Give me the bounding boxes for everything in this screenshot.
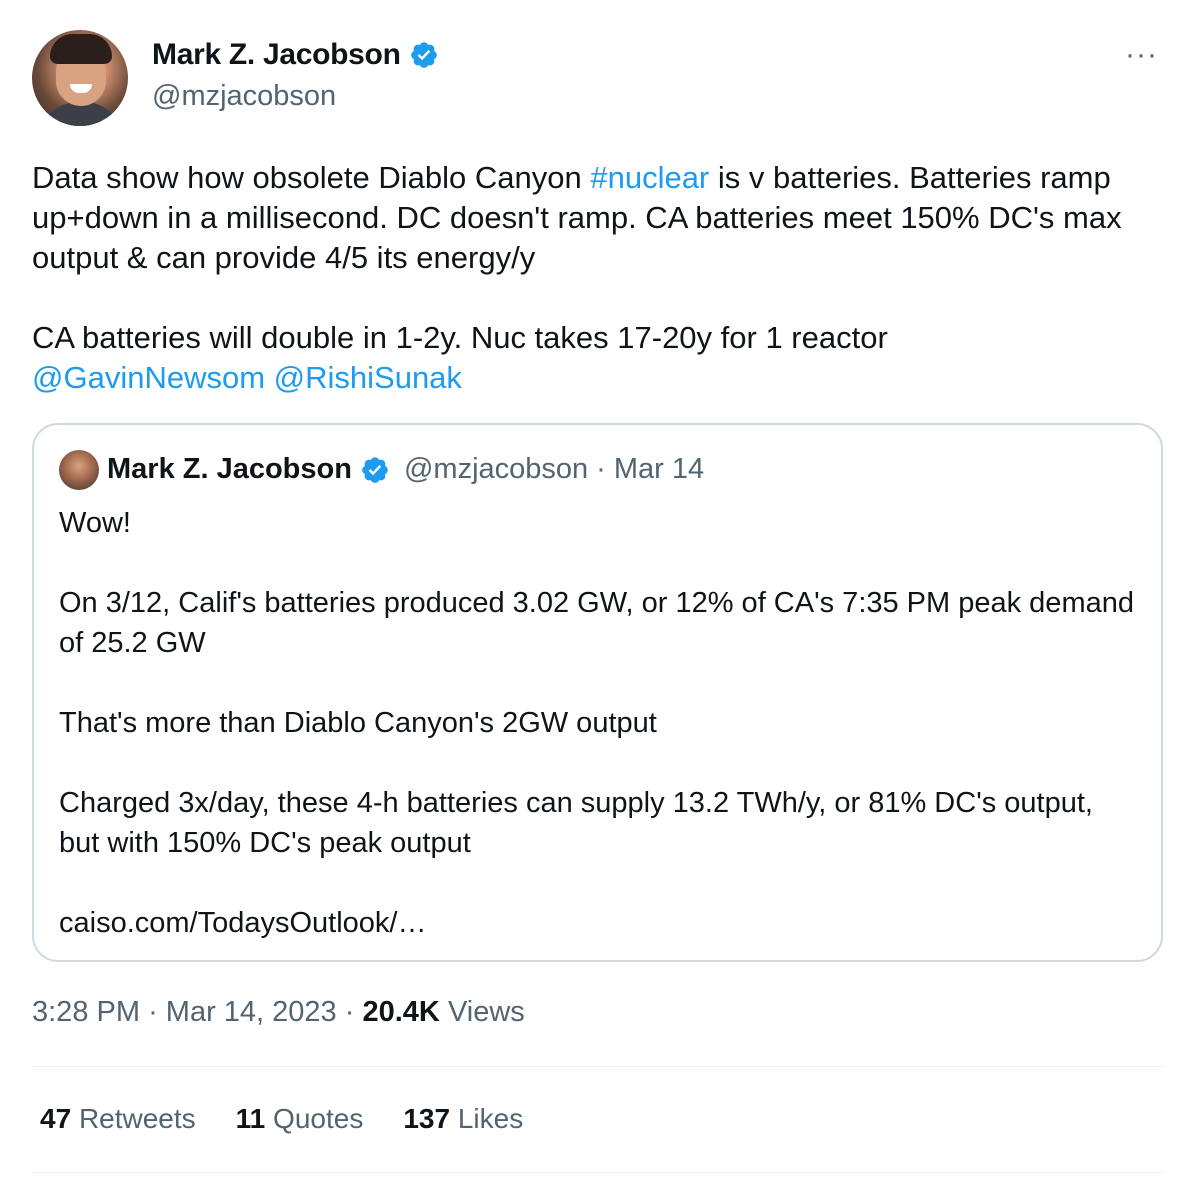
- quoted-date: Mar 14: [613, 453, 705, 485]
- quoted-separator: ·: [596, 453, 606, 485]
- quoted-tweet-text: Wow! On 3/12, Calif's batteries produced…: [59, 507, 1134, 939]
- tweet-text-part1: Data show how obsolete Diablo Canyon: [32, 160, 591, 195]
- meta-separator: ·: [344, 996, 355, 1028]
- engagement-stats: 47 Retweets 11 Quotes 137 Likes: [40, 1103, 523, 1135]
- views-label: Views: [447, 996, 525, 1028]
- verified-badge-icon: [362, 456, 388, 483]
- views-count: 20.4K: [362, 996, 440, 1028]
- likes-stat[interactable]: 137 Likes: [403, 1103, 523, 1135]
- quoted-tweet-header: Mark Z. Jacobson @mzjacobson · Mar 14: [107, 453, 704, 486]
- verified-badge-icon: [410, 42, 437, 68]
- likes-count: 137: [403, 1103, 451, 1134]
- likes-label: Likes: [457, 1103, 524, 1134]
- quoted-tweet-card[interactable]: Mark Z. Jacobson @mzjacobson · Mar 14 Wo…: [32, 423, 1163, 962]
- tweet-page: Mark Z. Jacobson @mzjacobson ··· Data sh…: [0, 0, 1192, 1178]
- quotes-count: 11: [235, 1103, 266, 1134]
- divider: [32, 1066, 1163, 1067]
- tweet-text: Data show how obsolete Diablo Canyon #nu…: [32, 158, 1172, 398]
- author-avatar[interactable]: [32, 30, 128, 126]
- quotes-stat[interactable]: 11 Quotes: [236, 1103, 364, 1135]
- quoted-author-avatar: [59, 450, 99, 490]
- retweets-count: 47: [40, 1103, 72, 1134]
- tweet-time[interactable]: 3:28 PM: [32, 996, 140, 1028]
- tweet-meta-line: 3:28 PM · Mar 14, 2023 · 20.4K Views: [32, 996, 525, 1029]
- author-display-name[interactable]: Mark Z. Jacobson: [152, 38, 401, 72]
- mention-link-rishisunak[interactable]: @RishiSunak: [274, 360, 462, 395]
- quotes-label: Quotes: [273, 1103, 364, 1134]
- tweet-date[interactable]: Mar 14, 2023: [166, 996, 337, 1028]
- divider: [32, 1172, 1163, 1173]
- retweets-stat[interactable]: 47 Retweets: [40, 1103, 196, 1135]
- more-options-icon[interactable]: ···: [1125, 40, 1158, 70]
- author-name-row: Mark Z. Jacobson: [152, 38, 439, 72]
- quoted-author-name: Mark Z. Jacobson: [107, 453, 352, 485]
- quoted-author-handle: @mzjacobson: [403, 453, 589, 485]
- meta-separator: ·: [148, 996, 158, 1028]
- author-handle[interactable]: @mzjacobson: [152, 80, 336, 113]
- retweets-label: Retweets: [78, 1103, 196, 1134]
- hashtag-link[interactable]: #nuclear: [590, 160, 709, 195]
- mention-link-gavinnewsom[interactable]: @GavinNewsom: [32, 360, 265, 395]
